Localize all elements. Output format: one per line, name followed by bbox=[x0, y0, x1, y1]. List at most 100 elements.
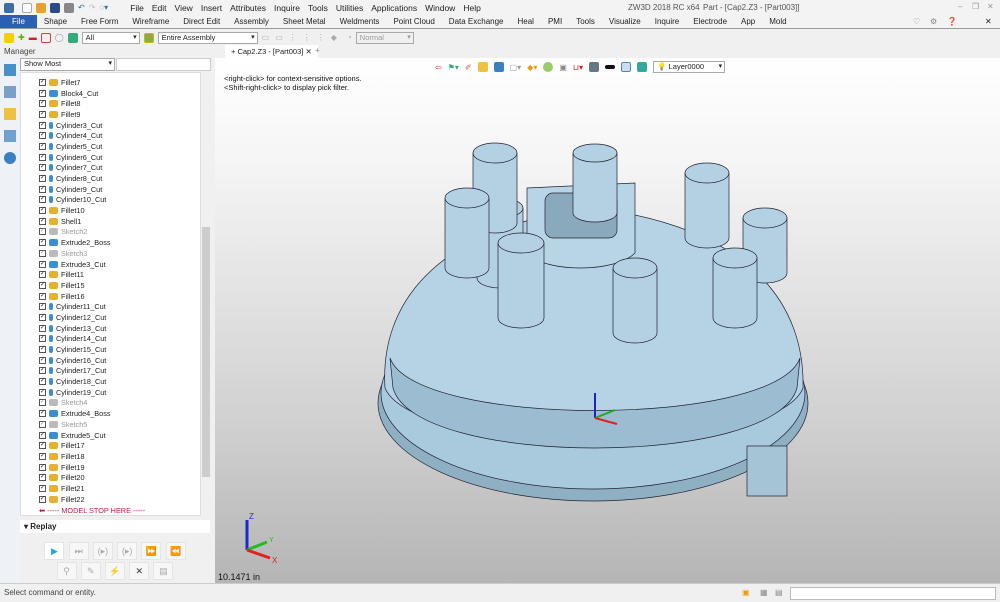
favorite-icon[interactable]: ♡ bbox=[913, 17, 920, 26]
run-icon[interactable]: ⚡ bbox=[105, 562, 125, 580]
new-tab-icon[interactable]: + bbox=[315, 46, 320, 55]
visibility-checkbox[interactable]: ✓ bbox=[39, 78, 46, 86]
link-icon[interactable]: ⚲ bbox=[56, 562, 77, 580]
visibility-checkbox[interactable]: ✓ bbox=[39, 260, 46, 268]
tab-wireframe[interactable]: Wireframe bbox=[125, 15, 176, 28]
visibility-checkbox[interactable]: ✓ bbox=[39, 196, 46, 204]
visibility-checkbox[interactable]: ✓ bbox=[39, 132, 46, 140]
command-input[interactable] bbox=[790, 587, 996, 600]
visibility-checkbox[interactable]: ✓ bbox=[39, 378, 46, 386]
pick-mode-icon[interactable] bbox=[4, 32, 14, 43]
display-mode-icon[interactable]: ◔ bbox=[347, 33, 352, 42]
new-file-icon[interactable] bbox=[22, 2, 32, 13]
minimize-icon[interactable]: – bbox=[958, 2, 962, 11]
status-lock-icon[interactable]: ▣ bbox=[742, 588, 750, 597]
tree-item[interactable]: ✓ Extrude5_Cut bbox=[21, 430, 209, 441]
menu-applications[interactable]: Applications bbox=[371, 3, 417, 13]
visibility-checkbox[interactable]: ✓ bbox=[39, 367, 46, 375]
menu-tools[interactable]: Tools bbox=[308, 3, 328, 13]
visibility-checkbox[interactable]: ✓ bbox=[39, 356, 46, 364]
tree-item[interactable]: ✓ Fillet16 bbox=[21, 291, 209, 302]
viewport[interactable]: <right-click> for context-sensitive opti… bbox=[215, 58, 1000, 583]
visibility-checkbox[interactable]: ✓ bbox=[39, 346, 46, 354]
visibility-checkbox[interactable]: ✓ bbox=[39, 281, 46, 289]
step-into-icon[interactable]: (▸) bbox=[92, 542, 113, 560]
rewind-icon[interactable]: ⏪ bbox=[165, 542, 186, 560]
tree-item[interactable]: ✓ Cylinder11_Cut bbox=[21, 301, 209, 312]
tree-item[interactable]: ✓ Cylinder14_Cut bbox=[21, 334, 209, 345]
settings-icon[interactable]: ⚙ bbox=[930, 17, 937, 26]
display-mode-select[interactable]: Normal bbox=[355, 31, 414, 44]
visibility-checkbox[interactable]: ✓ bbox=[39, 442, 46, 450]
tree-item[interactable]: ✓ Fillet20 bbox=[21, 472, 209, 483]
tree-item[interactable]: ✓ Cylinder19_Cut bbox=[21, 387, 209, 398]
menu-attributes[interactable]: Attributes bbox=[230, 3, 266, 13]
visibility-checkbox[interactable]: ✓ bbox=[39, 185, 46, 193]
tree-item[interactable]: ✓ Extrude4_Boss bbox=[21, 408, 209, 419]
snap-icons[interactable]: ▭▭⋮⋮⋮◆ bbox=[262, 33, 343, 42]
visibility-checkbox[interactable]: ✓ bbox=[39, 175, 46, 183]
model-canvas[interactable]: Z Y X bbox=[215, 58, 1000, 583]
tab-sheet-metal[interactable]: Sheet Metal bbox=[276, 15, 333, 28]
tree-item[interactable]: ✓ Sketch2 bbox=[21, 227, 209, 238]
tree-item[interactable]: ✓ Fillet19 bbox=[21, 462, 209, 473]
tree-item[interactable]: ✓ Cylinder12_Cut bbox=[21, 312, 209, 323]
tree-item[interactable]: ✓ Fillet11 bbox=[21, 269, 209, 280]
add-icon[interactable]: ✚ bbox=[18, 33, 25, 42]
visibility-checkbox[interactable]: ✓ bbox=[39, 121, 46, 129]
part-tab-icon[interactable] bbox=[4, 108, 16, 120]
tree-item[interactable]: ✓ Cylinder16_Cut bbox=[21, 355, 209, 366]
tree-item[interactable]: ✓ Fillet22 bbox=[21, 494, 209, 505]
tree-item[interactable]: ✓ Cylinder9_Cut bbox=[21, 184, 209, 195]
assembly-tab-icon[interactable] bbox=[4, 86, 16, 98]
visibility-checkbox[interactable]: ✓ bbox=[39, 217, 46, 225]
circle-select-icon[interactable]: ◯ bbox=[55, 33, 64, 42]
tab-tools[interactable]: Tools bbox=[569, 15, 602, 28]
visibility-checkbox[interactable]: ✓ bbox=[39, 420, 46, 428]
filter-icon[interactable] bbox=[67, 32, 78, 43]
tab-document[interactable]: + Cap2.Z3 - [Part003] ✕ bbox=[225, 45, 318, 58]
replay-header[interactable]: ▾ Replay bbox=[20, 520, 210, 533]
tree-item[interactable]: ✓ Cylinder3_Cut bbox=[21, 120, 209, 131]
tree-item[interactable]: ✓ Cylinder15_Cut bbox=[21, 344, 209, 355]
status-layout-icon[interactable]: ▤ bbox=[775, 588, 783, 597]
image-tab-icon[interactable] bbox=[4, 130, 16, 142]
doc-close-icon[interactable]: ✕ bbox=[985, 17, 992, 26]
visibility-checkbox[interactable]: ✓ bbox=[39, 474, 46, 482]
visibility-checkbox[interactable]: ✓ bbox=[39, 388, 46, 396]
play-icon[interactable]: ▶ bbox=[44, 542, 65, 560]
filter-select[interactable]: All bbox=[81, 31, 140, 44]
visibility-checkbox[interactable]: ✓ bbox=[39, 110, 46, 118]
tree-item[interactable]: ✓ Block4_Cut bbox=[21, 88, 209, 99]
visibility-checkbox[interactable]: ✓ bbox=[39, 452, 46, 460]
scrollbar-thumb[interactable] bbox=[202, 227, 210, 477]
tree-item[interactable]: ✓ Fillet7 bbox=[21, 77, 209, 88]
tree-item[interactable]: ✓ Cylinder6_Cut bbox=[21, 152, 209, 163]
visibility-checkbox[interactable]: ✓ bbox=[39, 142, 46, 150]
visibility-checkbox[interactable]: ✓ bbox=[39, 303, 46, 311]
visibility-checkbox[interactable]: ✓ bbox=[39, 399, 46, 407]
tree-item[interactable]: ✓ Sketch3 bbox=[21, 248, 209, 259]
visibility-checkbox[interactable]: ✓ bbox=[39, 153, 46, 161]
tab-heal[interactable]: Heal bbox=[511, 15, 541, 28]
visibility-checkbox[interactable]: ✓ bbox=[39, 164, 46, 172]
remove-icon[interactable]: ▬ bbox=[29, 33, 37, 42]
tree-item[interactable]: ✓ Fillet21 bbox=[21, 483, 209, 494]
tab-pmi[interactable]: PMI bbox=[541, 15, 569, 28]
tree-item[interactable]: ✓ Fillet15 bbox=[21, 280, 209, 291]
step-over-icon[interactable]: (▸) bbox=[117, 542, 138, 560]
menu-inquire[interactable]: Inquire bbox=[274, 3, 300, 13]
tree-item[interactable]: ✓ Sketch4 bbox=[21, 398, 209, 409]
tree-item[interactable]: ✓ Fillet17 bbox=[21, 440, 209, 451]
tree-item[interactable]: ✓ Fillet10 bbox=[21, 205, 209, 216]
edit-icon[interactable]: ✎ bbox=[80, 562, 101, 580]
visibility-checkbox[interactable]: ✓ bbox=[39, 484, 46, 492]
tab-shape[interactable]: Shape bbox=[37, 15, 74, 28]
close-icon[interactable]: ✕ bbox=[987, 2, 994, 11]
step-icon[interactable]: ⏭ bbox=[68, 542, 89, 560]
window-icon[interactable]: ▤ bbox=[153, 562, 174, 580]
assembly-icon[interactable] bbox=[143, 32, 154, 43]
tree-item[interactable]: ✓ Fillet9 bbox=[21, 109, 209, 120]
fast-forward-icon[interactable]: ⏩ bbox=[141, 542, 162, 560]
menu-view[interactable]: View bbox=[175, 3, 193, 13]
